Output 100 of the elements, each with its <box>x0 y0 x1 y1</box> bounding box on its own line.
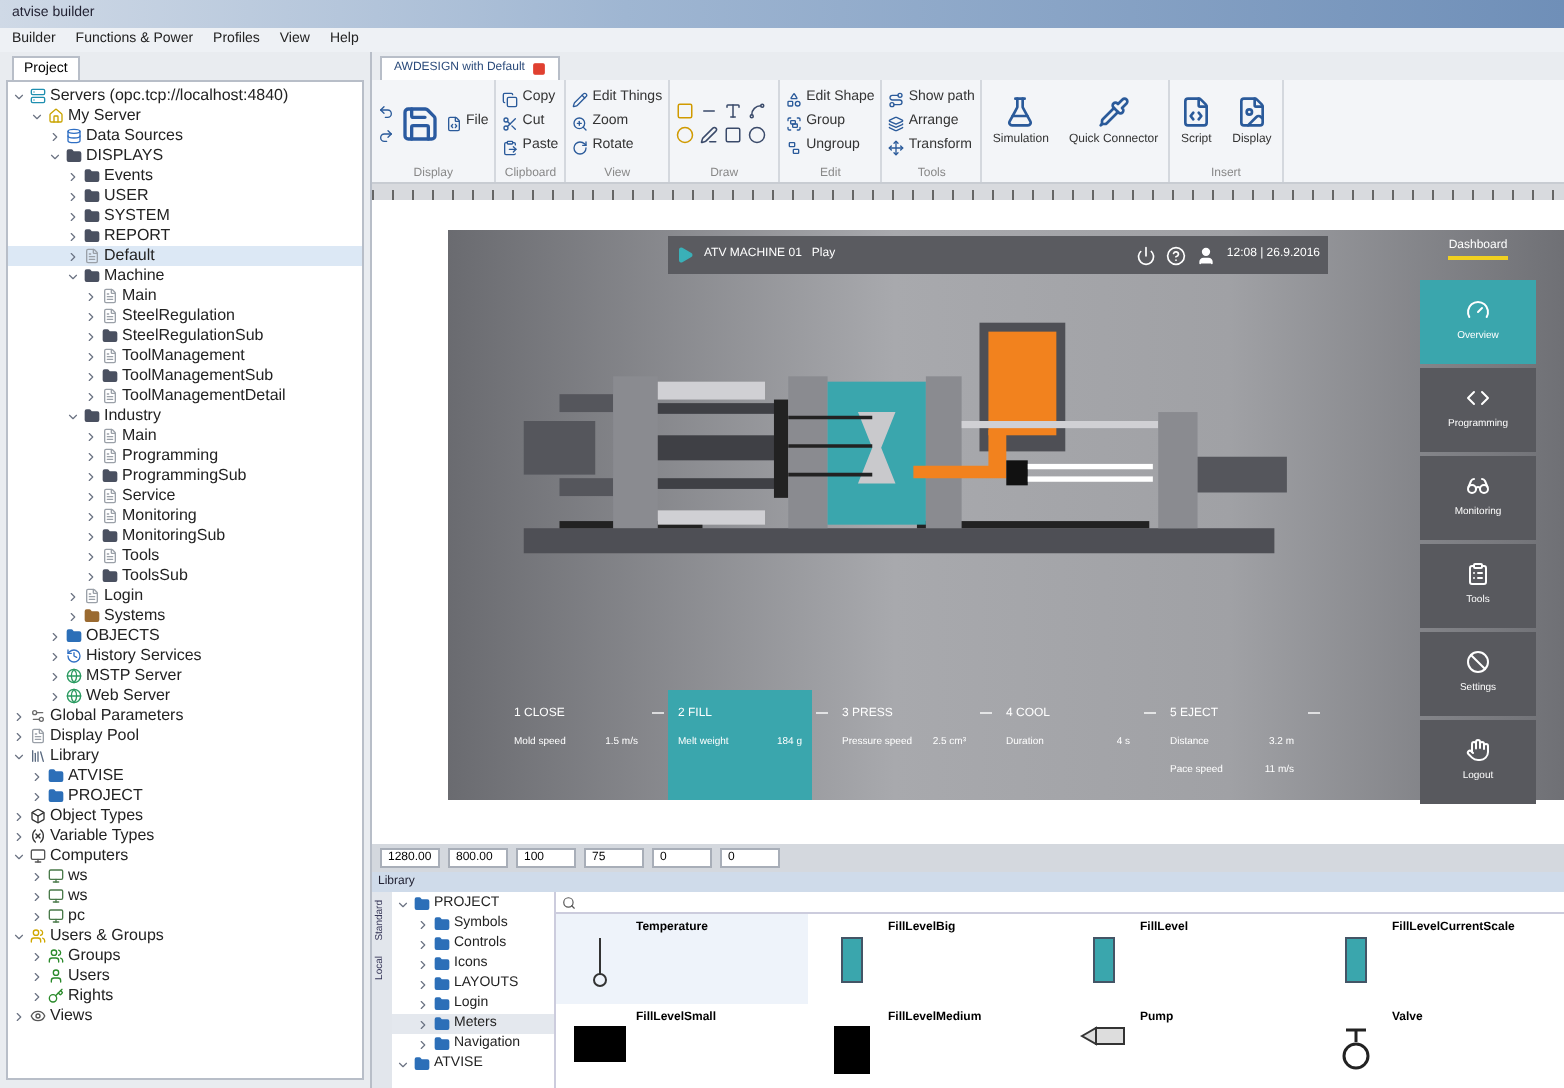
tree-item[interactable]: Variable Types <box>8 826 362 846</box>
tree-node-icon <box>102 548 118 564</box>
tree-item[interactable]: Systems <box>8 606 362 626</box>
tree-node-icon <box>48 788 64 804</box>
tree-node-icon <box>48 988 64 1004</box>
search-icon[interactable] <box>562 895 576 909</box>
tree-item[interactable]: Service <box>8 486 362 506</box>
draw-tool-icon[interactable] <box>700 126 719 144</box>
help-icon[interactable] <box>1166 245 1187 265</box>
tree-item[interactable]: SteelRegulation <box>8 306 362 326</box>
tree-item[interactable]: Industry <box>8 406 362 426</box>
nav-icon <box>1466 298 1490 323</box>
tree-item[interactable]: Servers (opc.tcp://localhost:4840) <box>8 86 362 106</box>
play-icon[interactable] <box>676 246 694 264</box>
tree-node-icon <box>84 188 100 204</box>
tree-item[interactable]: Rights <box>8 986 362 1006</box>
tree-item[interactable]: Login <box>8 586 362 606</box>
undo-icon[interactable] <box>378 103 394 119</box>
tree-item[interactable]: PROJECT <box>8 786 362 806</box>
tree-item-label: ws <box>68 866 88 886</box>
tree-item[interactable]: Users <box>8 966 362 986</box>
tree-item[interactable]: SteelRegulationSub <box>8 326 362 346</box>
nav-icon <box>1466 562 1490 587</box>
tree-item[interactable]: pc <box>8 906 362 926</box>
folder-icon <box>414 1056 430 1072</box>
tree-node-icon <box>84 588 100 604</box>
redo-icon[interactable] <box>378 127 394 143</box>
tree-item-label: MSTP Server <box>86 666 182 686</box>
tree-item-label: ToolManagementDetail <box>122 386 286 406</box>
tree-item[interactable]: Data Sources <box>8 126 362 146</box>
tree-item[interactable]: Web Server <box>8 686 362 706</box>
tree-item-label: Programming <box>122 446 219 466</box>
tree-item[interactable]: Global Parameters <box>8 706 362 726</box>
tree-item[interactable]: REPORT <box>8 226 362 246</box>
draw-tool-icon[interactable] <box>748 102 767 120</box>
tree-item[interactable]: Object Types <box>8 806 362 826</box>
tree-item[interactable]: MSTP Server <box>8 666 362 686</box>
tool-icon <box>502 139 519 155</box>
tree-node-icon <box>66 128 82 144</box>
tree-item-label: DISPLAYS <box>86 146 164 166</box>
tool-icon <box>1235 96 1268 128</box>
tree-item[interactable]: Programming <box>8 446 362 466</box>
tree-item[interactable]: History Services <box>8 646 362 666</box>
tree-item[interactable]: MonitoringSub <box>8 526 362 546</box>
save-icon[interactable] <box>400 103 440 143</box>
tree-node-icon <box>30 708 46 724</box>
user-icon[interactable] <box>1196 245 1217 265</box>
folder-icon <box>434 996 450 1012</box>
tree-item[interactable]: SYSTEM <box>8 206 362 226</box>
tree-item-label: REPORT <box>104 226 171 246</box>
tree-item-label: Object Types <box>50 806 144 826</box>
tree-item[interactable]: USER <box>8 186 362 206</box>
tree-item[interactable]: Groups <box>8 946 362 966</box>
tree-item[interactable]: ProgrammingSub <box>8 466 362 486</box>
tree-item-label: Rights <box>68 986 114 1006</box>
tree-item-label: Users <box>68 966 110 986</box>
folder-icon <box>434 916 450 932</box>
tree-item[interactable]: Events <box>8 166 362 186</box>
tree-item[interactable]: My Server <box>8 106 362 126</box>
tree-item[interactable]: Tools <box>8 546 362 566</box>
tree-node-icon <box>102 388 118 404</box>
tree-item[interactable]: ToolsSub <box>8 566 362 586</box>
tree-node-icon <box>102 308 118 324</box>
tool-icon <box>888 115 905 131</box>
tree-item[interactable]: Monitoring <box>8 506 362 526</box>
tree-item[interactable]: DISPLAYS <box>8 146 362 166</box>
tree-node-icon <box>84 268 100 284</box>
draw-tool-icon[interactable] <box>724 102 743 120</box>
tree-item-label: History Services <box>86 646 202 666</box>
tree-item[interactable]: Main <box>8 286 362 306</box>
tree-item-label: Main <box>122 286 157 306</box>
tree-item[interactable]: ToolManagementSub <box>8 366 362 386</box>
tree-item[interactable]: Display Pool <box>8 726 362 746</box>
tree-item-label: ProgrammingSub <box>122 466 247 486</box>
close-icon[interactable] <box>532 62 547 76</box>
tree-item[interactable]: Views <box>8 1006 362 1026</box>
tree-item[interactable]: ToolManagementDetail <box>8 386 362 406</box>
tree-item[interactable]: ws <box>8 866 362 886</box>
tree-item-label: Global Parameters <box>50 706 184 726</box>
tree-item[interactable]: Main <box>8 426 362 446</box>
tree-item[interactable]: Users & Groups <box>8 926 362 946</box>
tree-item[interactable]: Computers <box>8 846 362 866</box>
tree-item-label: Service <box>122 486 176 506</box>
tree-node-icon <box>30 828 46 844</box>
tank-icon <box>1092 936 1116 984</box>
tree-item[interactable]: Machine <box>8 266 362 286</box>
tree-item-label: Display Pool <box>50 726 139 746</box>
tree-item-label: PROJECT <box>68 786 143 806</box>
thermometer-icon <box>590 936 610 988</box>
tree-item[interactable]: OBJECTS <box>8 626 362 646</box>
tree-item[interactable]: Default <box>8 246 362 266</box>
tree-node-icon <box>66 148 82 164</box>
tree-item[interactable]: ATVISE <box>8 766 362 786</box>
tree-item[interactable]: ws <box>8 886 362 906</box>
power-icon[interactable] <box>1136 245 1157 265</box>
tree-node-icon <box>48 888 64 904</box>
tree-node-icon <box>102 508 118 524</box>
tree-item[interactable]: Library <box>8 746 362 766</box>
tree-item[interactable]: ToolManagement <box>8 346 362 366</box>
tree-item-label: Login <box>104 586 144 606</box>
